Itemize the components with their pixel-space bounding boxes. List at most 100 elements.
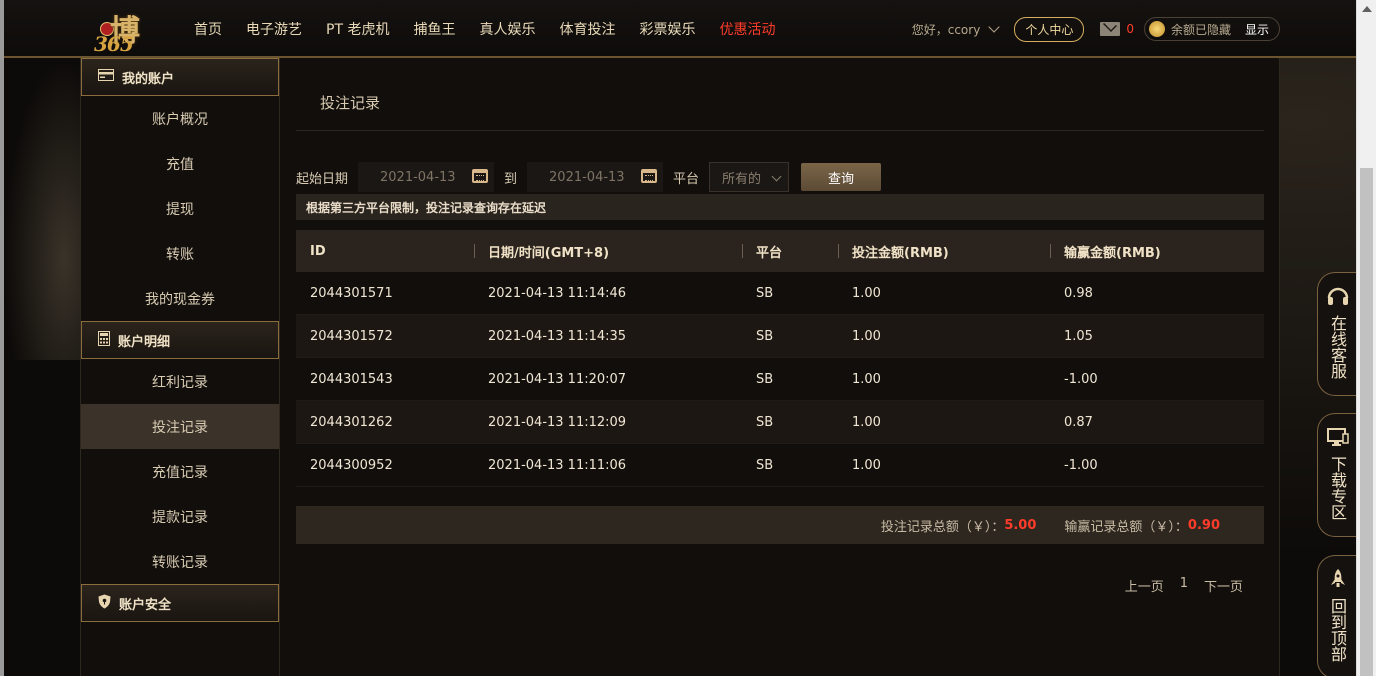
nav-lottery[interactable]: 彩票娱乐 (639, 19, 695, 39)
to-label: 到 (504, 171, 518, 187)
sidebar-section-title: 我的账户 (122, 71, 175, 87)
sidebar-section-account-security[interactable]: 账户安全 (81, 584, 279, 622)
col-header-id: ID (310, 243, 326, 259)
cell-datetime: 2021-04-13 11:14:46 (488, 285, 627, 301)
cell-bet-amount: 1.00 (852, 371, 881, 387)
sidebar-item-transfer[interactable]: 转账 (81, 231, 279, 276)
calendar-icon[interactable] (641, 169, 658, 183)
cell-bet-amount: 1.00 (852, 328, 881, 344)
account-sidebar: 我的账户 账户概况 充值 提现 转账 我的现金券 账户明细 红利记录 投注记录 … (80, 58, 280, 676)
platform-selected-value: 所有的 (722, 171, 762, 187)
filter-bar: 起始日期 2021-04-13 到 2021-04-13 平台 所有的 查询 (296, 162, 882, 192)
sidebar-item-deposit-records[interactable]: 充值记录 (81, 449, 279, 494)
cell-bet-amount: 1.00 (852, 414, 881, 430)
nav-live-casino[interactable]: 真人娱乐 (479, 19, 535, 39)
nav-home[interactable]: 首页 (194, 19, 222, 39)
col-header-win-amount: 输赢金额(RMB) (1050, 242, 1264, 261)
cell-platform: SB (756, 414, 774, 430)
nav-sports[interactable]: 体育投注 (559, 19, 615, 39)
balance-box: 余额已隐藏 显示 (1143, 17, 1280, 41)
bet-records-table: ID 日期/时间(GMT+8) 平台 投注金额(RMB) 输赢金额(RMB) 2… (296, 230, 1264, 487)
float-label: 在线客服 (1328, 315, 1347, 379)
personal-center-button[interactable]: 个人中心 (1014, 16, 1085, 42)
nav-promotions[interactable]: 优惠活动 (719, 19, 775, 39)
current-page[interactable]: 1 (1180, 576, 1188, 595)
sidebar-item-bonus-records[interactable]: 红利记录 (81, 359, 279, 404)
prev-page-link[interactable]: 上一页 (1125, 576, 1164, 595)
back-to-top-button[interactable]: 回到顶部 (1317, 555, 1357, 676)
next-page-link[interactable]: 下一页 (1204, 576, 1243, 595)
show-balance-button[interactable]: 显示 (1245, 21, 1269, 38)
cell-win-amount: -1.00 (1064, 371, 1098, 387)
cell-datetime: 2021-04-13 11:14:35 (488, 328, 627, 344)
sidebar-item-account-overview[interactable]: 账户概况 (81, 96, 279, 141)
cell-win-amount: 0.87 (1064, 414, 1093, 430)
float-label: 下载专区 (1328, 456, 1347, 520)
shield-icon (98, 594, 111, 613)
query-button[interactable]: 查询 (801, 163, 882, 191)
table-row: 2044301572 2021-04-13 11:14:35 SB 1.00 1… (296, 315, 1264, 358)
sidebar-item-coupons[interactable]: 我的现金券 (81, 276, 279, 321)
win-total-label: 输赢记录总额（￥）： (1064, 519, 1188, 535)
sidebar-section-my-account[interactable]: 我的账户 (81, 58, 279, 96)
end-date-value: 2021-04-13 (549, 169, 625, 185)
cell-id: 2044300952 (310, 457, 393, 473)
table-row: 2044301543 2021-04-13 11:20:07 SB 1.00 -… (296, 358, 1264, 401)
table-row: 2044301262 2021-04-13 11:12:09 SB 1.00 0… (296, 401, 1264, 444)
win-total-value: 0.90 (1187, 517, 1220, 533)
sidebar-section-title: 账户明细 (118, 334, 171, 350)
site-logo[interactable]: 博 365 (84, 4, 176, 56)
nav-egames[interactable]: 电子游艺 (246, 19, 302, 39)
sidebar-item-bet-records[interactable]: 投注记录 (81, 404, 279, 449)
nav-fishing[interactable]: 捕鱼王 (413, 19, 455, 39)
rocket-icon (1326, 568, 1350, 590)
cell-platform: SB (756, 457, 774, 473)
scrollbar-thumb[interactable] (1360, 168, 1373, 676)
mail-count-badge: 0 (1126, 22, 1134, 36)
page-scrollbar[interactable] (1356, 0, 1376, 676)
end-date-input[interactable]: 2021-04-13 (527, 162, 664, 192)
balance-text: 余额已隐藏 (1170, 22, 1231, 37)
platform-select[interactable]: 所有的 (709, 162, 790, 192)
online-service-button[interactable]: 在线客服 (1317, 272, 1357, 396)
table-row: 2044301571 2021-04-13 11:14:46 SB 1.00 0… (296, 272, 1264, 315)
chevron-down-icon (771, 171, 782, 182)
cell-platform: SB (756, 371, 774, 387)
cell-platform: SB (756, 285, 774, 301)
platform-label: 平台 (673, 171, 700, 187)
start-date-input[interactable]: 2021-04-13 (358, 162, 495, 192)
user-area: 您好，ccory 个人中心 0 余额已隐藏 显示 (912, 0, 1356, 58)
pagination: 上一页 1 下一页 (1109, 576, 1243, 595)
cell-id: 2044301262 (310, 414, 393, 430)
coin-icon (1148, 21, 1165, 37)
cell-id: 2044301571 (310, 285, 393, 301)
sidebar-item-deposit[interactable]: 充值 (81, 141, 279, 186)
sidebar-item-transfer-records[interactable]: 转账记录 (81, 539, 279, 584)
nav-pt-slots[interactable]: PT 老虎机 (326, 19, 389, 39)
user-greeting[interactable]: 您好，ccory (912, 21, 981, 38)
calendar-icon[interactable] (472, 169, 489, 183)
float-label: 回到顶部 (1328, 598, 1347, 662)
table-header: ID 日期/时间(GMT+8) 平台 投注金额(RMB) 输赢金额(RMB) (296, 230, 1264, 272)
cell-platform: SB (756, 328, 774, 344)
cell-id: 2044301543 (310, 371, 393, 387)
cell-win-amount: 1.05 (1064, 328, 1093, 344)
sidebar-item-withdraw[interactable]: 提现 (81, 186, 279, 231)
chevron-down-icon[interactable] (988, 21, 1000, 33)
start-date-label: 起始日期 (296, 171, 349, 187)
download-button[interactable]: 下载专区 (1317, 413, 1357, 537)
card-icon (98, 69, 114, 85)
monitor-icon (1326, 426, 1350, 448)
divider (296, 130, 1264, 131)
logo-number: 365 (94, 32, 134, 56)
scroll-up-arrow-icon[interactable] (1362, 6, 1372, 12)
sidebar-item-withdraw-records[interactable]: 提款记录 (81, 494, 279, 539)
totals-bar: 投注记录总额（￥）： 5.00 输赢记录总额（￥）： 0.90 (296, 506, 1264, 544)
table-row: 2044300952 2021-04-13 11:11:06 SB 1.00 -… (296, 444, 1264, 487)
mail-icon[interactable] (1100, 22, 1121, 36)
main-content: 投注记录 起始日期 2021-04-13 到 2021-04-13 平台 所有的… (280, 58, 1280, 676)
col-header-datetime: 日期/时间(GMT+8) (474, 242, 742, 261)
sidebar-section-account-details[interactable]: 账户明细 (81, 321, 279, 359)
col-header-bet-amount: 投注金额(RMB) (838, 242, 1050, 261)
cell-win-amount: -1.00 (1064, 457, 1098, 473)
